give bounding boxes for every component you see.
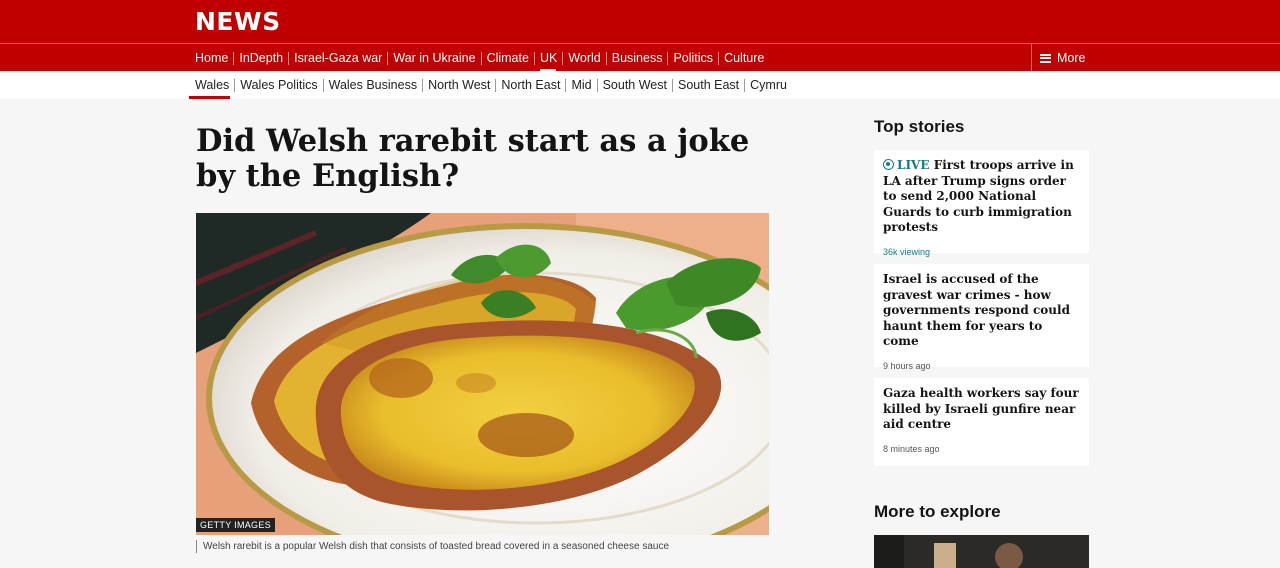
story-meta: 8 minutes ago: [883, 443, 940, 454]
top-stories-heading: Top stories: [874, 117, 965, 136]
main-nav-item[interactable]: Israel-Gaza war: [288, 44, 387, 72]
main-nav-item[interactable]: Culture: [718, 44, 769, 72]
top-story-card[interactable]: Israel is accused of the gravest war cri…: [874, 264, 1089, 371]
sub-nav-item[interactable]: Wales Politics: [234, 71, 322, 99]
explore-thumbnail: [874, 535, 1089, 568]
main-nav-item[interactable]: World: [562, 44, 605, 72]
nav-link-war-in-ukraine[interactable]: War in Ukraine: [388, 51, 480, 65]
live-label: LIVE: [897, 158, 930, 172]
subnav-link-mid[interactable]: Mid: [566, 78, 596, 92]
story-title[interactable]: Gaza health workers say four killed by I…: [883, 386, 1080, 433]
explore-story-image[interactable]: [874, 535, 1089, 568]
nav-link-climate[interactable]: Climate: [482, 51, 534, 65]
live-indicator: LIVE: [883, 158, 930, 172]
subnav-link-wales[interactable]: Wales: [195, 78, 234, 92]
more-menu-button[interactable]: More: [1031, 44, 1280, 72]
main-nav-item[interactable]: Climate: [481, 44, 534, 72]
nav-link-world[interactable]: World: [563, 51, 605, 65]
story-meta: 36k viewing: [883, 246, 931, 257]
main-nav-item[interactable]: Business: [606, 44, 668, 72]
main-nav-item[interactable]: Politics: [667, 44, 718, 72]
nav-link-culture[interactable]: Culture: [719, 51, 769, 65]
subnav-link-south-east[interactable]: South East: [673, 78, 744, 92]
sub-nav-item[interactable]: Mid: [565, 71, 596, 99]
news-logo[interactable]: NEWS: [195, 7, 281, 36]
menu-icon: [1040, 53, 1051, 63]
story-title[interactable]: LIVE First troops arrive in LA after Tru…: [883, 158, 1080, 236]
sub-nav-item[interactable]: North East: [495, 71, 565, 99]
article-headline: Did Welsh rarebit start as a joke by the…: [196, 123, 750, 194]
nav-link-uk[interactable]: UK: [535, 51, 562, 65]
live-dot-icon: [883, 159, 894, 170]
welsh-rarebit-illustration: [196, 213, 769, 535]
subnav-link-north-west[interactable]: North West: [423, 78, 495, 92]
sub-nav-item-active[interactable]: Wales: [188, 71, 234, 99]
top-story-card[interactable]: Gaza health workers say four killed by I…: [874, 378, 1089, 466]
more-to-explore-heading: More to explore: [874, 502, 1001, 521]
subnav-link-north-east[interactable]: North East: [496, 78, 565, 92]
main-nav-item[interactable]: War in Ukraine: [387, 44, 480, 72]
main-nav-item[interactable]: Home: [195, 44, 233, 72]
top-story-card[interactable]: LIVE First troops arrive in LA after Tru…: [874, 150, 1089, 257]
hero-image: [196, 213, 769, 535]
masthead: NEWS: [0, 0, 1280, 43]
nav-link-home[interactable]: Home: [195, 51, 233, 65]
story-meta: 9 hours ago: [883, 360, 931, 371]
sub-nav-item[interactable]: Cymru: [744, 71, 792, 99]
subnav-link-south-west[interactable]: South West: [598, 78, 672, 92]
sub-nav-item[interactable]: Wales Business: [323, 71, 422, 99]
image-caption: Welsh rarebit is a popular Welsh dish th…: [196, 540, 669, 553]
subnav-link-wales-business[interactable]: Wales Business: [324, 78, 422, 92]
sub-nav-item[interactable]: North West: [422, 71, 495, 99]
main-nav: Home InDepth Israel-Gaza war War in Ukra…: [0, 43, 1280, 72]
subnav-link-wales-politics[interactable]: Wales Politics: [235, 78, 322, 92]
nav-link-politics[interactable]: Politics: [668, 51, 718, 65]
story-title[interactable]: Israel is accused of the gravest war cri…: [883, 272, 1080, 350]
nav-link-indepth[interactable]: InDepth: [234, 51, 288, 65]
more-label: More: [1057, 51, 1086, 65]
sub-nav: Wales Wales Politics Wales Business Nort…: [0, 71, 1280, 99]
sub-nav-item[interactable]: South East: [672, 71, 744, 99]
image-credit: GETTY IMAGES: [196, 518, 275, 532]
nav-link-business[interactable]: Business: [607, 51, 668, 65]
main-nav-item-active[interactable]: UK: [534, 44, 562, 72]
nav-link-israel-gaza-war[interactable]: Israel-Gaza war: [289, 51, 387, 65]
sub-nav-item[interactable]: South West: [597, 71, 672, 99]
main-nav-item[interactable]: InDepth: [233, 44, 288, 72]
subnav-link-cymru[interactable]: Cymru: [745, 78, 792, 92]
